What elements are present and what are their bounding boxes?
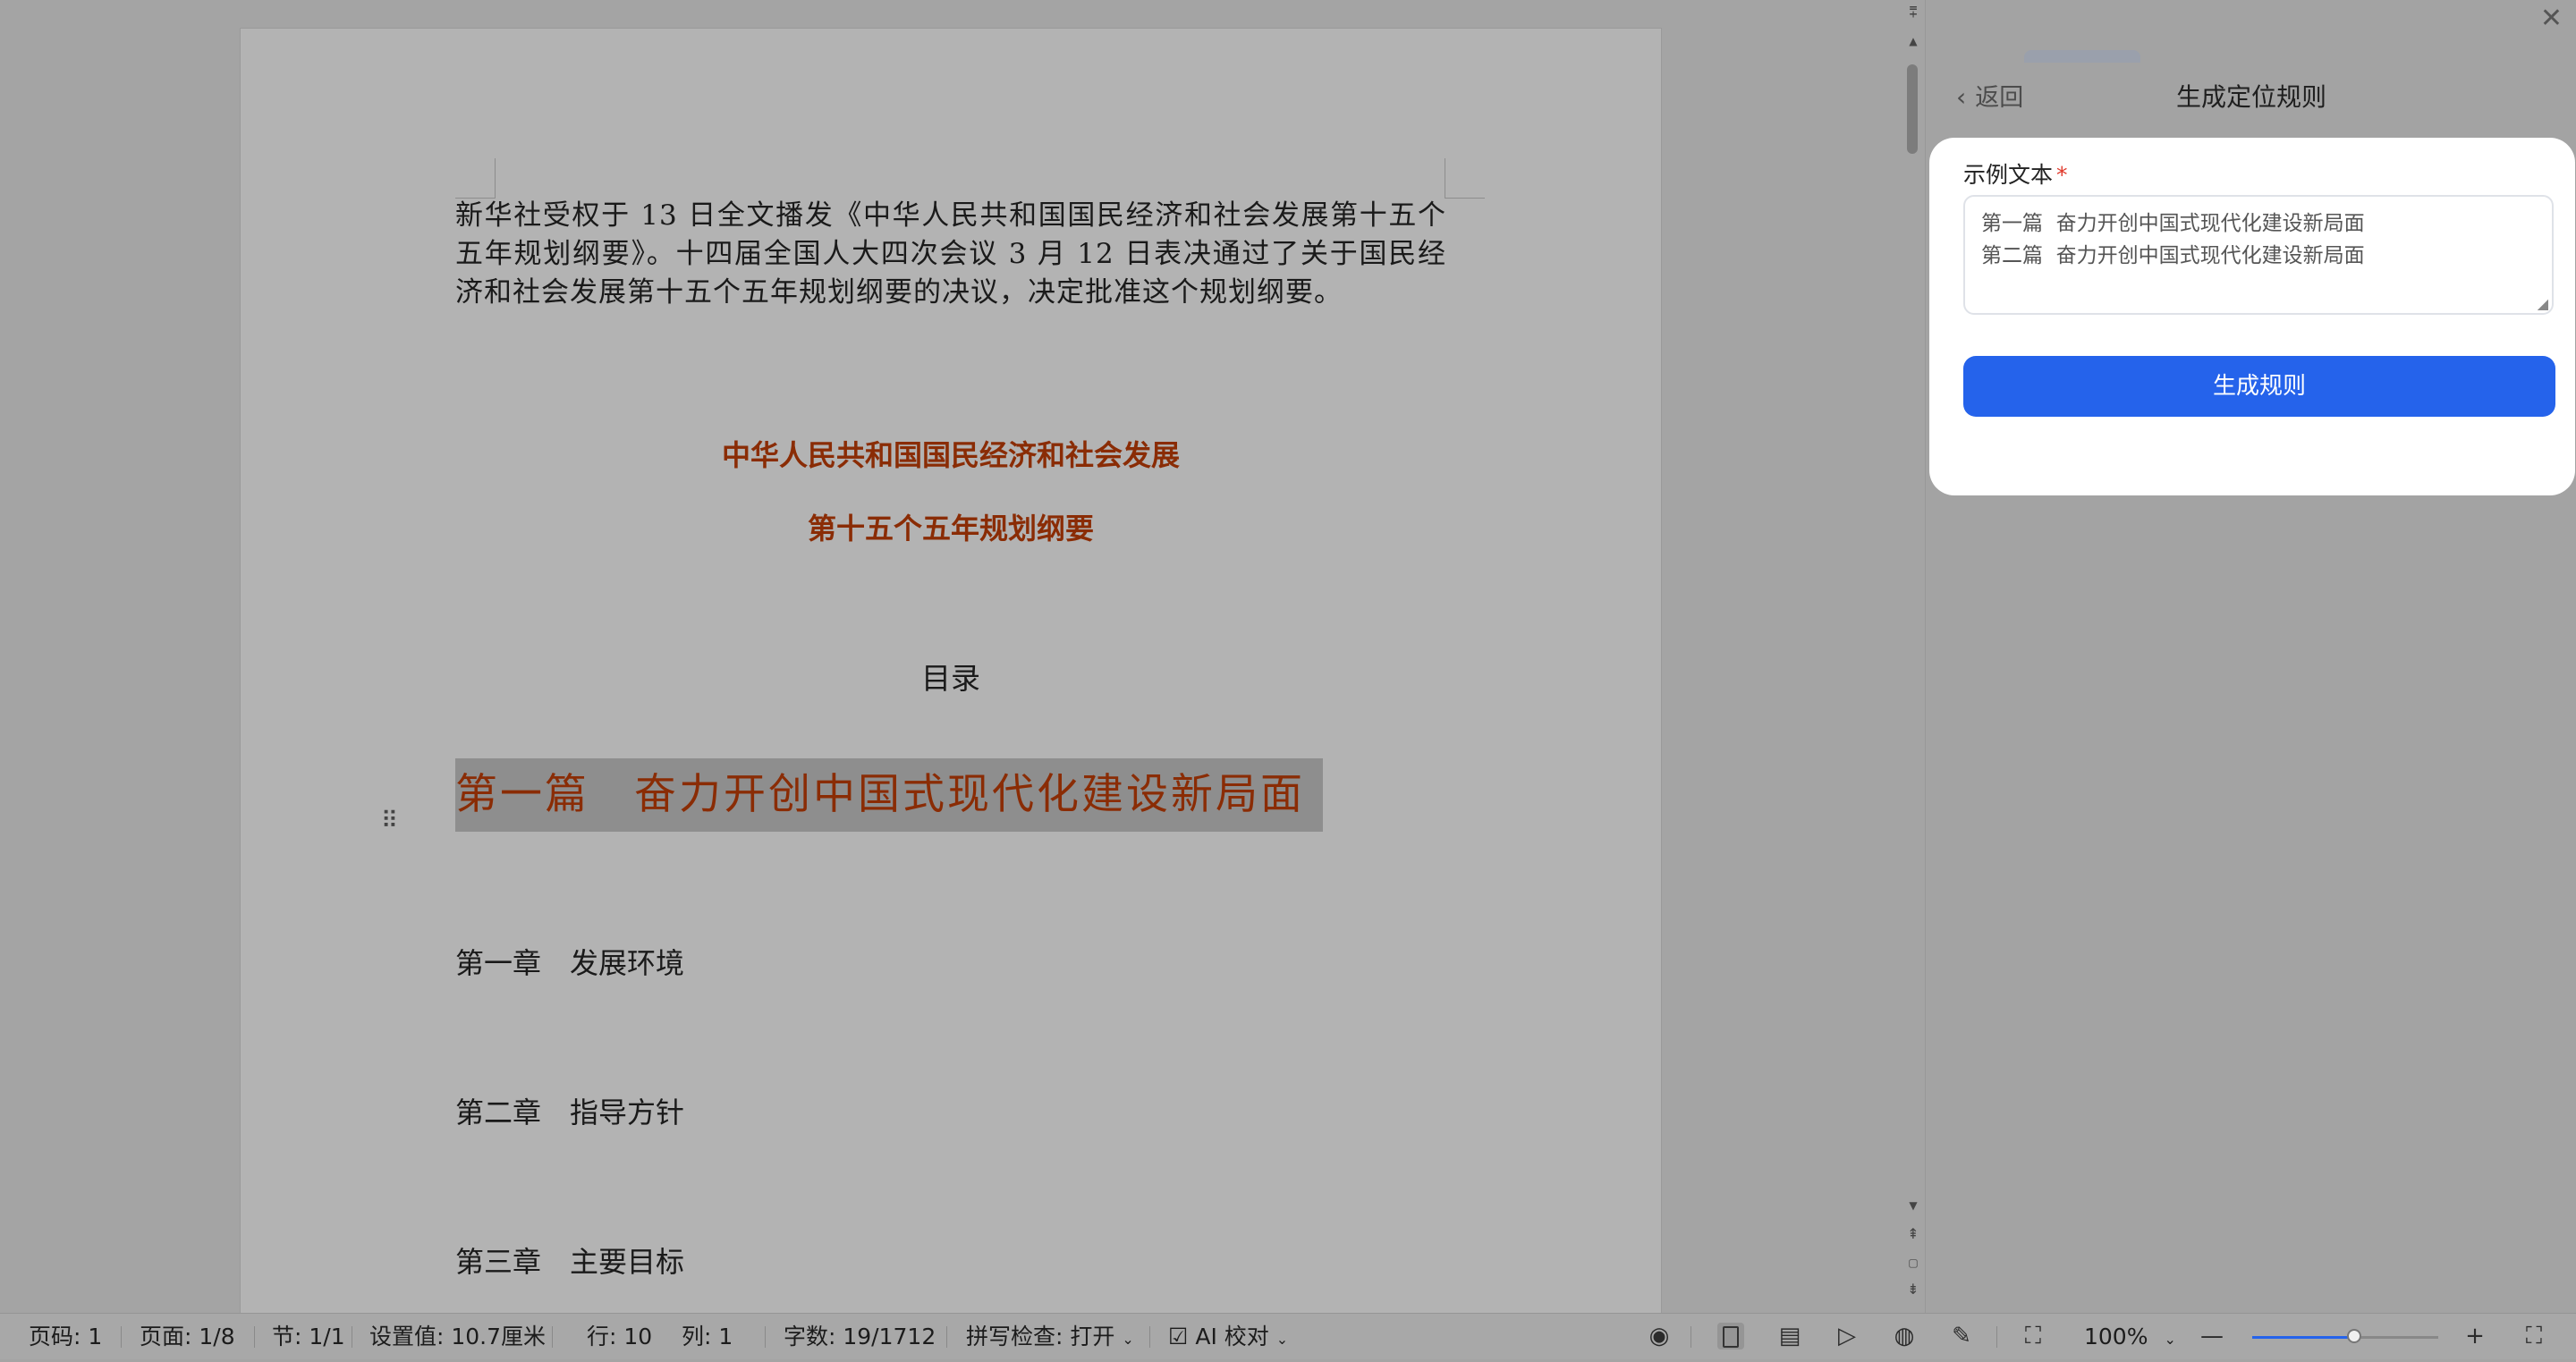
- chevron-down-icon: ⌄: [1122, 1331, 1134, 1348]
- status-row[interactable]: 行: 10: [587, 1314, 652, 1359]
- chapter-heading[interactable]: 第二章 指导方针: [455, 1090, 684, 1131]
- status-word-count[interactable]: 字数: 19/1712: [784, 1314, 936, 1359]
- chevron-down-icon: ⌄: [1275, 1331, 1289, 1348]
- example-text-label-text: 示例文本: [1963, 162, 2054, 188]
- status-divider: [765, 1326, 766, 1348]
- zoom-level-dropdown[interactable]: 100% ⌄: [2084, 1314, 2176, 1362]
- status-section[interactable]: 节: 1/1: [272, 1314, 345, 1359]
- next-page-icon[interactable]: ⇟: [1904, 1281, 1922, 1299]
- part-heading-selected[interactable]: 第一篇 奋力开创中国式现代化建设新局面: [455, 758, 1323, 832]
- zoom-slider-handle[interactable]: [2347, 1329, 2361, 1343]
- document-area[interactable]: 新华社受权于 13 日全文播发《中华人民共和国国民经济和社会发展第十五个五年规划…: [0, 0, 1925, 1313]
- status-bar: 页码: 1 页面: 1/8 节: 1/1 设置值: 10.7厘米 行: 10 列…: [0, 1313, 2576, 1359]
- status-divider: [1690, 1326, 1691, 1348]
- status-divider: [254, 1326, 255, 1348]
- intro-paragraph[interactable]: 新华社受权于 13 日全文播发《中华人民共和国国民经济和社会发展第十五个五年规划…: [455, 197, 1446, 312]
- document-page[interactable]: 新华社受权于 13 日全文播发《中华人民共和国国民经济和社会发展第十五个五年规划…: [240, 28, 1662, 1313]
- example-text-line: 第一篇 奋力开创中国式现代化建设新局面: [1981, 212, 2365, 235]
- rule-panel: ✕ ‹ 返回 生成定位规则 示例文本 * 第一篇 奋力开创中国式现代化建设新局面 第…: [1925, 0, 2576, 1313]
- zoom-in-icon[interactable]: +: [2462, 1323, 2488, 1349]
- fit-page-icon[interactable]: ⛶: [2020, 1323, 2046, 1349]
- crop-mark-top-right: [1445, 158, 1485, 199]
- status-column[interactable]: 列: 1: [682, 1314, 733, 1359]
- crop-mark-top-left: [455, 158, 496, 199]
- vertical-scrollbar[interactable]: ⩱ ▲ ▼ ⇞ ▢ ⇟: [1902, 0, 1925, 1313]
- ai-proofread-label: AI 校对: [1195, 1324, 1269, 1349]
- status-pages[interactable]: 页面: 1/8: [140, 1314, 235, 1359]
- scroll-down-arrow-icon[interactable]: ▼: [1904, 1197, 1922, 1214]
- example-text-line: 第二篇 奋力开创中国式现代化建设新局面: [1981, 244, 2365, 267]
- zoom-slider[interactable]: [2252, 1329, 2438, 1343]
- page-shape: [1723, 1325, 1739, 1348]
- toc-heading[interactable]: 目录: [241, 655, 1661, 698]
- outline-view-icon[interactable]: ▤: [1776, 1323, 1803, 1349]
- doc-title-line1[interactable]: 中华人民共和国国民经济和社会发展: [241, 433, 1661, 474]
- status-setting-value[interactable]: 设置值: 10.7厘米: [369, 1314, 546, 1359]
- web-view-globe-icon[interactable]: ◍: [1891, 1323, 1918, 1349]
- play-icon[interactable]: ▷: [1834, 1323, 1860, 1349]
- status-divider: [552, 1326, 553, 1348]
- required-mark: *: [2056, 162, 2068, 188]
- scroll-top-icon[interactable]: ⩱: [1904, 4, 1922, 21]
- close-icon[interactable]: ✕: [2540, 5, 2563, 32]
- zoom-level-value: 100%: [2084, 1324, 2148, 1349]
- panel-title: 生成定位规则: [2175, 82, 2326, 112]
- chapter-heading[interactable]: 第三章 主要目标: [455, 1239, 684, 1281]
- prev-page-icon[interactable]: ⇞: [1904, 1225, 1922, 1243]
- chevron-down-icon: ⌄: [2164, 1331, 2176, 1348]
- rule-form-card: 示例文本 * 第一篇 奋力开创中国式现代化建设新局面 第二篇 奋力开创中国式现代化…: [1929, 138, 2575, 495]
- spellcheck-label: 拼写检查: 打开: [966, 1324, 1115, 1349]
- ai-proofread-icon: ☑: [1168, 1324, 1189, 1349]
- status-divider: [121, 1326, 122, 1348]
- spellcheck-toggle[interactable]: 拼写检查: 打开 ⌄: [966, 1314, 1134, 1362]
- ai-proofread-button[interactable]: ☑ AI 校对 ⌄: [1168, 1314, 1288, 1362]
- resize-grip-icon[interactable]: ◢: [2538, 297, 2548, 311]
- status-page-number[interactable]: 页码: 1: [29, 1314, 102, 1359]
- drag-handle-icon[interactable]: ⠿: [381, 807, 399, 835]
- chapter-heading[interactable]: 第一章 发展环境: [455, 941, 684, 982]
- example-text-label: 示例文本 *: [1963, 157, 2068, 190]
- status-divider: [1996, 1326, 1997, 1348]
- panel-tab-indicator: [2024, 50, 2140, 63]
- example-text-input[interactable]: 第一篇 奋力开创中国式现代化建设新局面 第二篇 奋力开创中国式现代化建设新局面 …: [1963, 195, 2554, 315]
- zoom-out-icon[interactable]: —: [2199, 1323, 2225, 1349]
- pen-annotate-icon[interactable]: ✎: [1948, 1323, 1975, 1349]
- scroll-up-arrow-icon[interactable]: ▲: [1904, 32, 1922, 50]
- zoom-slider-fill: [2252, 1336, 2354, 1339]
- status-divider: [946, 1326, 947, 1348]
- doc-title-line2[interactable]: 第十五个五年规划纲要: [241, 506, 1661, 547]
- status-divider: [1149, 1326, 1150, 1348]
- eye-icon[interactable]: ◉: [1646, 1323, 1673, 1349]
- fullscreen-icon[interactable]: ⛶: [2521, 1323, 2547, 1349]
- select-browse-object-icon[interactable]: ▢: [1904, 1254, 1922, 1272]
- generate-rule-button[interactable]: 生成规则: [1963, 356, 2555, 417]
- scrollbar-thumb[interactable]: [1907, 64, 1918, 154]
- page-view-icon[interactable]: [1717, 1323, 1744, 1349]
